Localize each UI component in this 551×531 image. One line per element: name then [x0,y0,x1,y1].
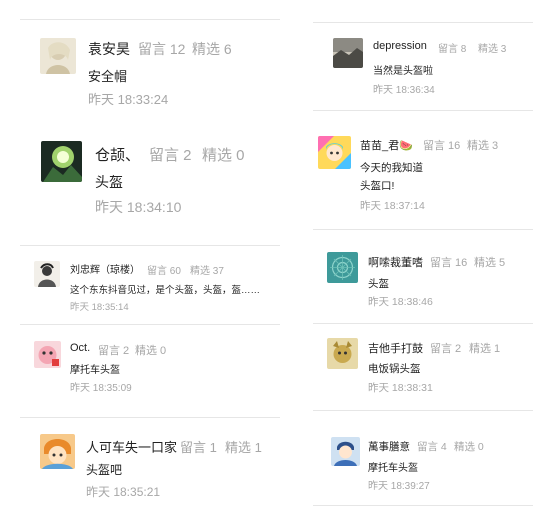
comment-text: 电饭锅头盔 [368,363,421,375]
timestamp: 昨天 18:39:27 [368,481,430,492]
comment-text: 当然是头盔啦 [373,66,433,77]
comment-text: 摩托车头盔 [368,463,418,474]
picked-count: 精选 1 [225,440,262,455]
user-avatar[interactable] [333,38,363,68]
comment-text: 今天的我知道 [360,162,423,174]
user-avatar[interactable] [327,252,358,283]
username[interactable]: Oct. [70,342,90,354]
username[interactable]: depression [373,40,427,52]
divider [313,110,533,111]
divider [313,505,533,506]
comment-text: 头盔 [95,174,123,190]
timestamp: 昨天 18:36:34 [373,85,435,96]
comment-text: 头盔吧 [86,463,123,477]
comment-text: 头盔 [368,278,389,290]
username[interactable]: 刘忠辉（琼楼） [70,261,140,276]
picked-count: 精选 3 [467,140,499,152]
comment-text: 安全帽 [88,69,128,84]
user-avatar[interactable] [318,136,351,169]
picked-count: 精选 0 [454,441,484,453]
username[interactable]: 袁安昊 [88,39,130,59]
user-avatar[interactable] [40,38,76,74]
timestamp: 昨天 18:38:46 [368,296,433,308]
username[interactable]: 仓颉、 [95,144,140,165]
message-count: 留言 4 [417,441,447,453]
timestamp: 昨天 18:33:24 [88,92,169,107]
timestamp: 昨天 18:35:14 [70,302,129,313]
picked-count: 精选 1 [469,343,501,355]
user-avatar[interactable] [327,338,358,369]
timestamp: 昨天 18:38:31 [368,382,433,394]
message-count: 留言 16 [430,257,468,269]
username[interactable]: 啊嗦裁董嗜 [368,254,423,270]
picked-count: 精选 5 [474,257,506,269]
picked-count: 精选 3 [478,44,507,55]
user-avatar[interactable] [41,141,82,182]
user-avatar[interactable] [40,434,75,469]
user-avatar[interactable] [34,341,61,368]
divider [20,19,280,20]
comment-text: 这个东东抖音见过，是个头盔，头盔，盔…… [70,285,261,296]
user-avatar[interactable] [34,261,60,287]
message-count: 留言 12 [138,41,186,57]
message-count: 留言 16 [423,140,461,152]
comment-text: 头盔口! [360,180,395,192]
username[interactable]: 苗苗_君🍉 [360,137,413,153]
timestamp: 昨天 18:35:09 [70,383,132,394]
message-count: 留言 2 [98,345,130,357]
timestamp: 昨天 18:37:14 [360,200,425,212]
divider [313,22,533,23]
picked-count: 精选 6 [192,41,232,57]
picked-count: 精选 37 [190,266,224,277]
timestamp: 昨天 18:34:10 [95,199,182,215]
divider [313,410,533,411]
user-avatar[interactable] [331,437,360,466]
timestamp: 昨天 18:35:21 [86,485,161,499]
divider [20,417,280,418]
picked-count: 精选 0 [202,147,245,164]
message-count: 留言 1 [180,440,217,455]
comment-text: 摩托车头盔 [70,365,120,376]
divider [313,229,533,230]
message-count: 留言 60 [147,266,181,277]
divider [20,245,280,246]
username[interactable]: 人可车失一口家 [86,437,177,456]
username[interactable]: 吉他手打鼓 [368,340,423,356]
divider [20,324,280,325]
message-count: 留言 2 [430,343,462,355]
username[interactable]: 萬事膳意 [368,439,410,454]
message-count: 留言 2 [149,147,192,164]
divider [313,323,533,324]
picked-count: 精选 0 [135,345,167,357]
message-count: 留言 8 [438,44,467,55]
